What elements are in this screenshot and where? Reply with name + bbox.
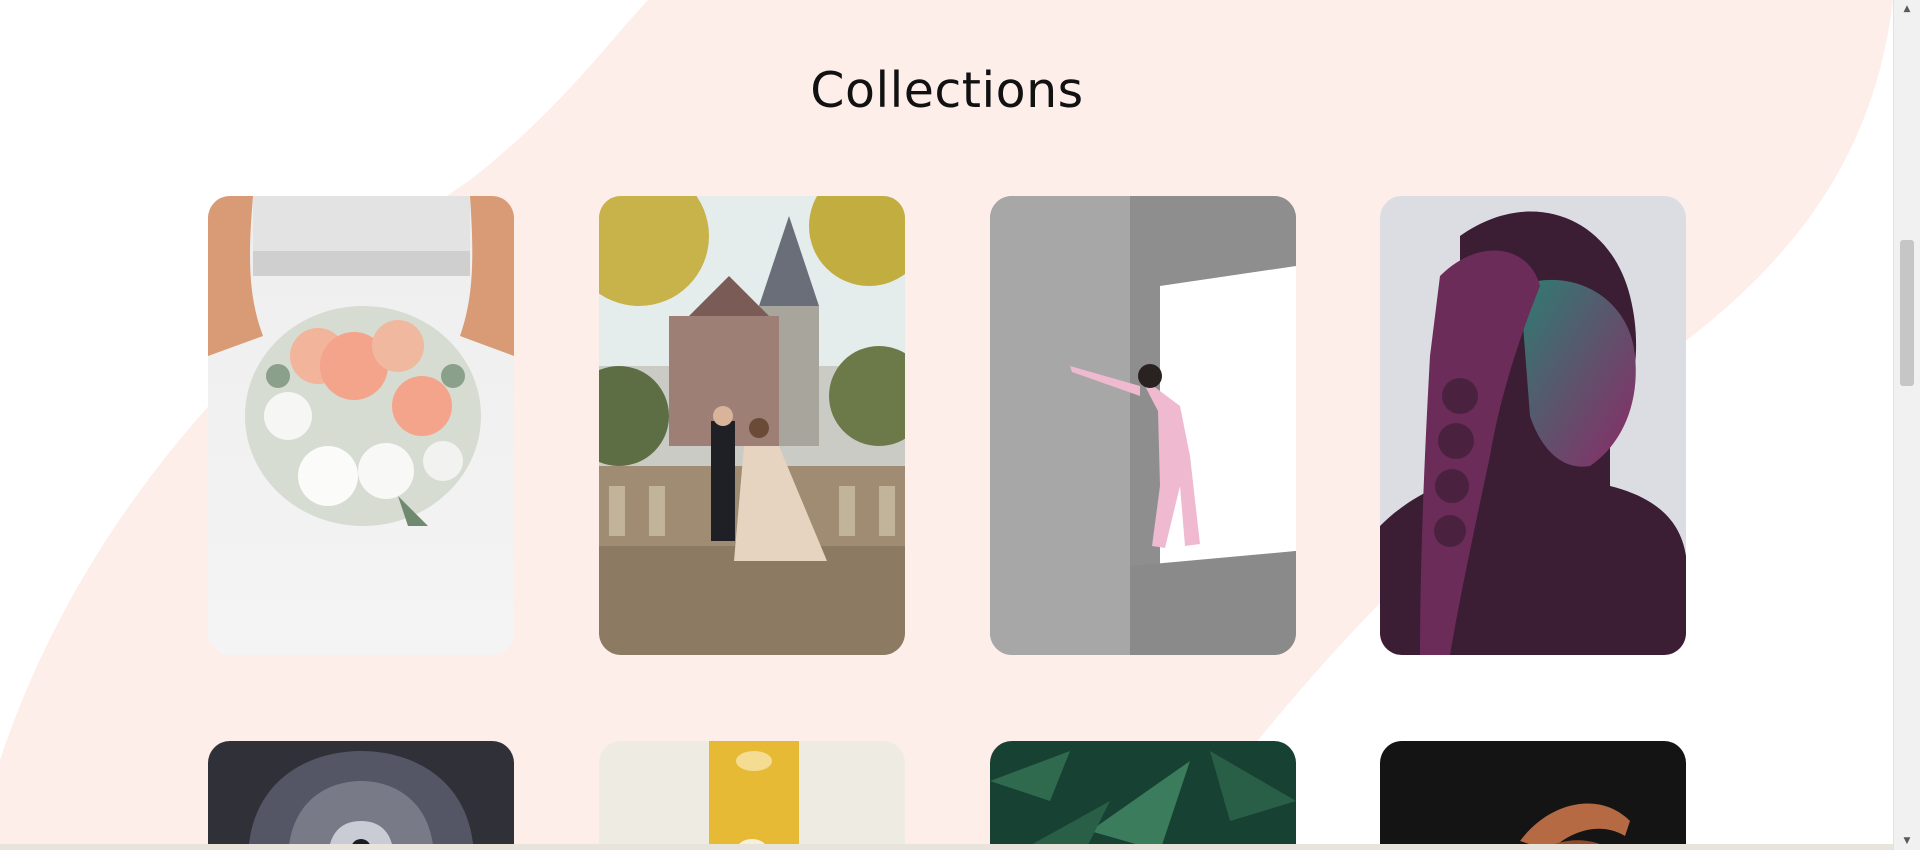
yellow-abstract-image — [599, 741, 905, 850]
collection-card-neon-portrait[interactable] — [1380, 196, 1686, 655]
woman-concrete-image — [990, 196, 1296, 655]
hands-dark-image — [1380, 741, 1686, 850]
collection-card-yellow-abstract[interactable] — [599, 741, 905, 850]
arched-corridor-image — [208, 741, 514, 850]
vertical-scrollbar[interactable]: ▲ ▼ — [1893, 0, 1920, 850]
scrollbar-thumb[interactable] — [1900, 240, 1914, 386]
collection-card-woman-concrete[interactable] — [990, 196, 1296, 655]
horizontal-scroll-track — [0, 844, 1894, 850]
scroll-down-arrow-icon[interactable]: ▼ — [1894, 832, 1920, 850]
neon-portrait-image — [1380, 196, 1686, 655]
collections-heading: Collections — [810, 62, 1084, 119]
collection-card-arched-corridor[interactable] — [208, 741, 514, 850]
collection-card-bridal-bouquet[interactable] — [208, 196, 514, 655]
collection-card-wedding-couple[interactable] — [599, 196, 905, 655]
scroll-up-arrow-icon[interactable]: ▲ — [1894, 0, 1920, 18]
collection-card-green-foliage[interactable] — [990, 741, 1296, 850]
bridal-bouquet-image — [208, 196, 514, 655]
wedding-couple-image — [599, 196, 905, 655]
page-viewport: Collections ▲ ▼ — [0, 0, 1920, 850]
green-foliage-image — [990, 741, 1296, 850]
collection-card-hands-dark[interactable] — [1380, 741, 1686, 850]
